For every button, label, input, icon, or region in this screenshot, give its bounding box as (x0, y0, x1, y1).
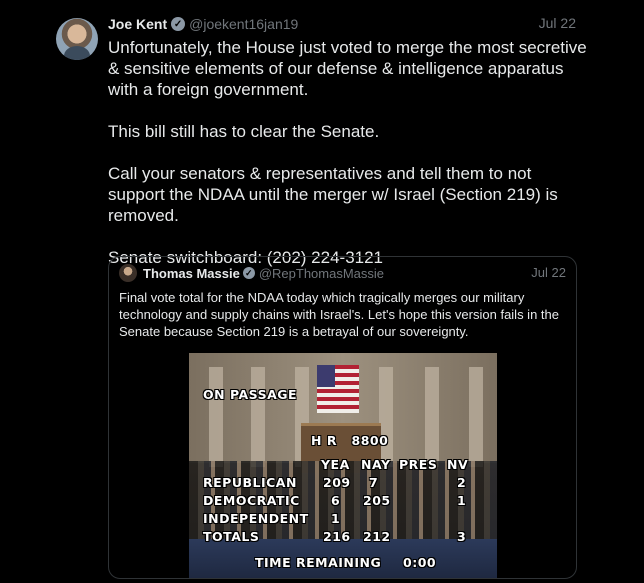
tweet-paragraph: Call your senators & representatives and… (108, 164, 558, 225)
time-remaining-value: 0:00 (403, 555, 437, 570)
column (469, 367, 483, 467)
tweet-text: Unfortunately, the House just voted to m… (108, 37, 588, 289)
verified-badge-icon: ✓ (171, 17, 186, 31)
quoted-avatar (119, 264, 137, 282)
quoted-tweet-header: Thomas Massie ✓ @RepThomasMassie (119, 264, 566, 282)
row-nay: 205 (363, 493, 391, 508)
row-yea: 6 (331, 493, 341, 508)
row-yea: 1 (331, 511, 341, 526)
tweet-date[interactable]: Jul 22 (539, 15, 576, 31)
row-yea: 216 (323, 529, 351, 544)
tweet-paragraph: This bill still has to clear the Senate. (108, 122, 380, 141)
avatar[interactable] (56, 18, 98, 60)
row-nv: 1 (457, 493, 467, 508)
tweet-paragraph: Unfortunately, the House just voted to m… (108, 38, 587, 99)
column-header-yea: YEA (321, 457, 350, 472)
quoted-tweet-text: Final vote total for the NDAA today whic… (119, 290, 559, 339)
quoted-tweet[interactable]: Thomas Massie ✓ @RepThomasMassie Jul 22 … (108, 256, 577, 579)
vote-board-title: ON PASSAGE (203, 387, 298, 402)
column-header-pres: PRES (399, 457, 438, 472)
vote-board-bill: H R 8800 (311, 433, 389, 448)
tweet[interactable]: Joe Kent ✓ @joekent16jan19 Jul 22 Unfort… (0, 0, 644, 583)
column (425, 367, 439, 467)
vote-board-image[interactable]: ON PASSAGE H R 8800 YEA NAY PRES NV REPU… (189, 353, 497, 578)
flag (317, 365, 359, 413)
author-handle[interactable]: @joekent16jan19 (189, 16, 298, 32)
row-label: INDEPENDENT (203, 511, 309, 526)
quoted-author-handle: @RepThomasMassie (258, 265, 385, 281)
verified-badge-icon: ✓ (242, 267, 255, 279)
row-label: DEMOCRATIC (203, 493, 300, 508)
column (251, 367, 265, 467)
quoted-tweet-date: Jul 22 (531, 265, 566, 280)
column-header-nay: NAY (361, 457, 391, 472)
column (209, 367, 223, 467)
row-nay: 212 (363, 529, 391, 544)
row-label: TOTALS (203, 529, 260, 544)
row-nay: 7 (369, 475, 379, 490)
quoted-author-name: Thomas Massie (143, 265, 240, 281)
time-remaining-label: TIME REMAINING (255, 555, 382, 570)
row-label: REPUBLICAN (203, 475, 297, 490)
tweet-header: Joe Kent ✓ @joekent16jan19 (108, 14, 576, 34)
row-yea: 209 (323, 475, 351, 490)
author-name[interactable]: Joe Kent (108, 16, 167, 32)
column-header-nv: NV (447, 457, 469, 472)
row-nv: 2 (457, 475, 467, 490)
row-nv: 3 (457, 529, 467, 544)
column (379, 367, 393, 467)
